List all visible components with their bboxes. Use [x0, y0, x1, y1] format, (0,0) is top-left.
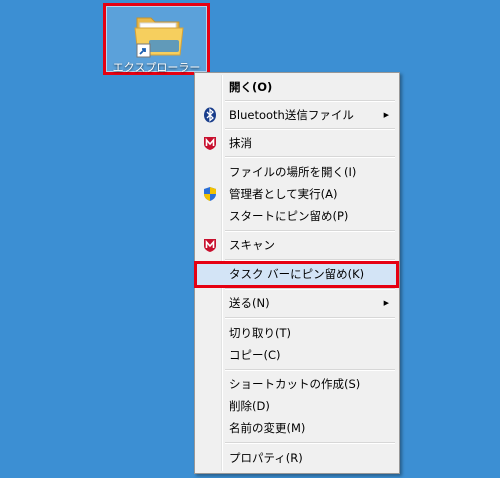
menu-item-run-as-admin[interactable]: 管理者として実行(A) — [197, 183, 397, 205]
explorer-icon-label: エクスプローラー — [112, 61, 201, 74]
menu-item-rename[interactable]: 名前の変更(M) — [197, 417, 397, 439]
menu-separator — [225, 369, 395, 371]
menu-separator — [225, 442, 395, 444]
menu-item-create-shortcut[interactable]: ショートカットの作成(S) — [197, 373, 397, 395]
menu-item-shred[interactable]: 抹消 — [197, 132, 397, 154]
menu-item-send-to[interactable]: 送る(N) ▶ — [197, 292, 397, 314]
menu-separator — [225, 317, 395, 319]
menu-separator — [225, 128, 395, 130]
menu-separator — [225, 156, 395, 158]
menu-item-delete[interactable]: 削除(D) — [197, 395, 397, 417]
uac-shield-icon — [204, 187, 216, 201]
menu-item-bluetooth-send[interactable]: Bluetooth送信ファイル ▶ — [197, 104, 397, 126]
menu-item-copy[interactable]: コピー(C) — [197, 344, 397, 366]
menu-item-properties[interactable]: プロパティ(R) — [197, 447, 397, 469]
menu-separator — [225, 100, 395, 102]
menu-item-scan[interactable]: スキャン — [197, 234, 397, 256]
explorer-desktop-icon[interactable]: エクスプローラー — [103, 3, 210, 75]
menu-separator — [225, 288, 395, 290]
menu-item-open-file-location[interactable]: ファイルの場所を開く(I) — [197, 161, 397, 183]
mcafee-icon — [204, 239, 216, 252]
submenu-arrow-icon: ▶ — [383, 111, 389, 119]
menu-item-cut[interactable]: 切り取り(T) — [197, 322, 397, 344]
bluetooth-icon — [204, 107, 216, 123]
mcafee-icon — [204, 137, 216, 150]
folder-shortcut-icon — [134, 17, 184, 58]
highlight-frame — [194, 261, 399, 288]
menu-separator — [225, 230, 395, 232]
submenu-arrow-icon: ▶ — [383, 299, 389, 307]
menu-item-pin-to-start[interactable]: スタートにピン留め(P) — [197, 205, 397, 227]
menu-item-open[interactable]: 開く(O) — [197, 76, 397, 98]
